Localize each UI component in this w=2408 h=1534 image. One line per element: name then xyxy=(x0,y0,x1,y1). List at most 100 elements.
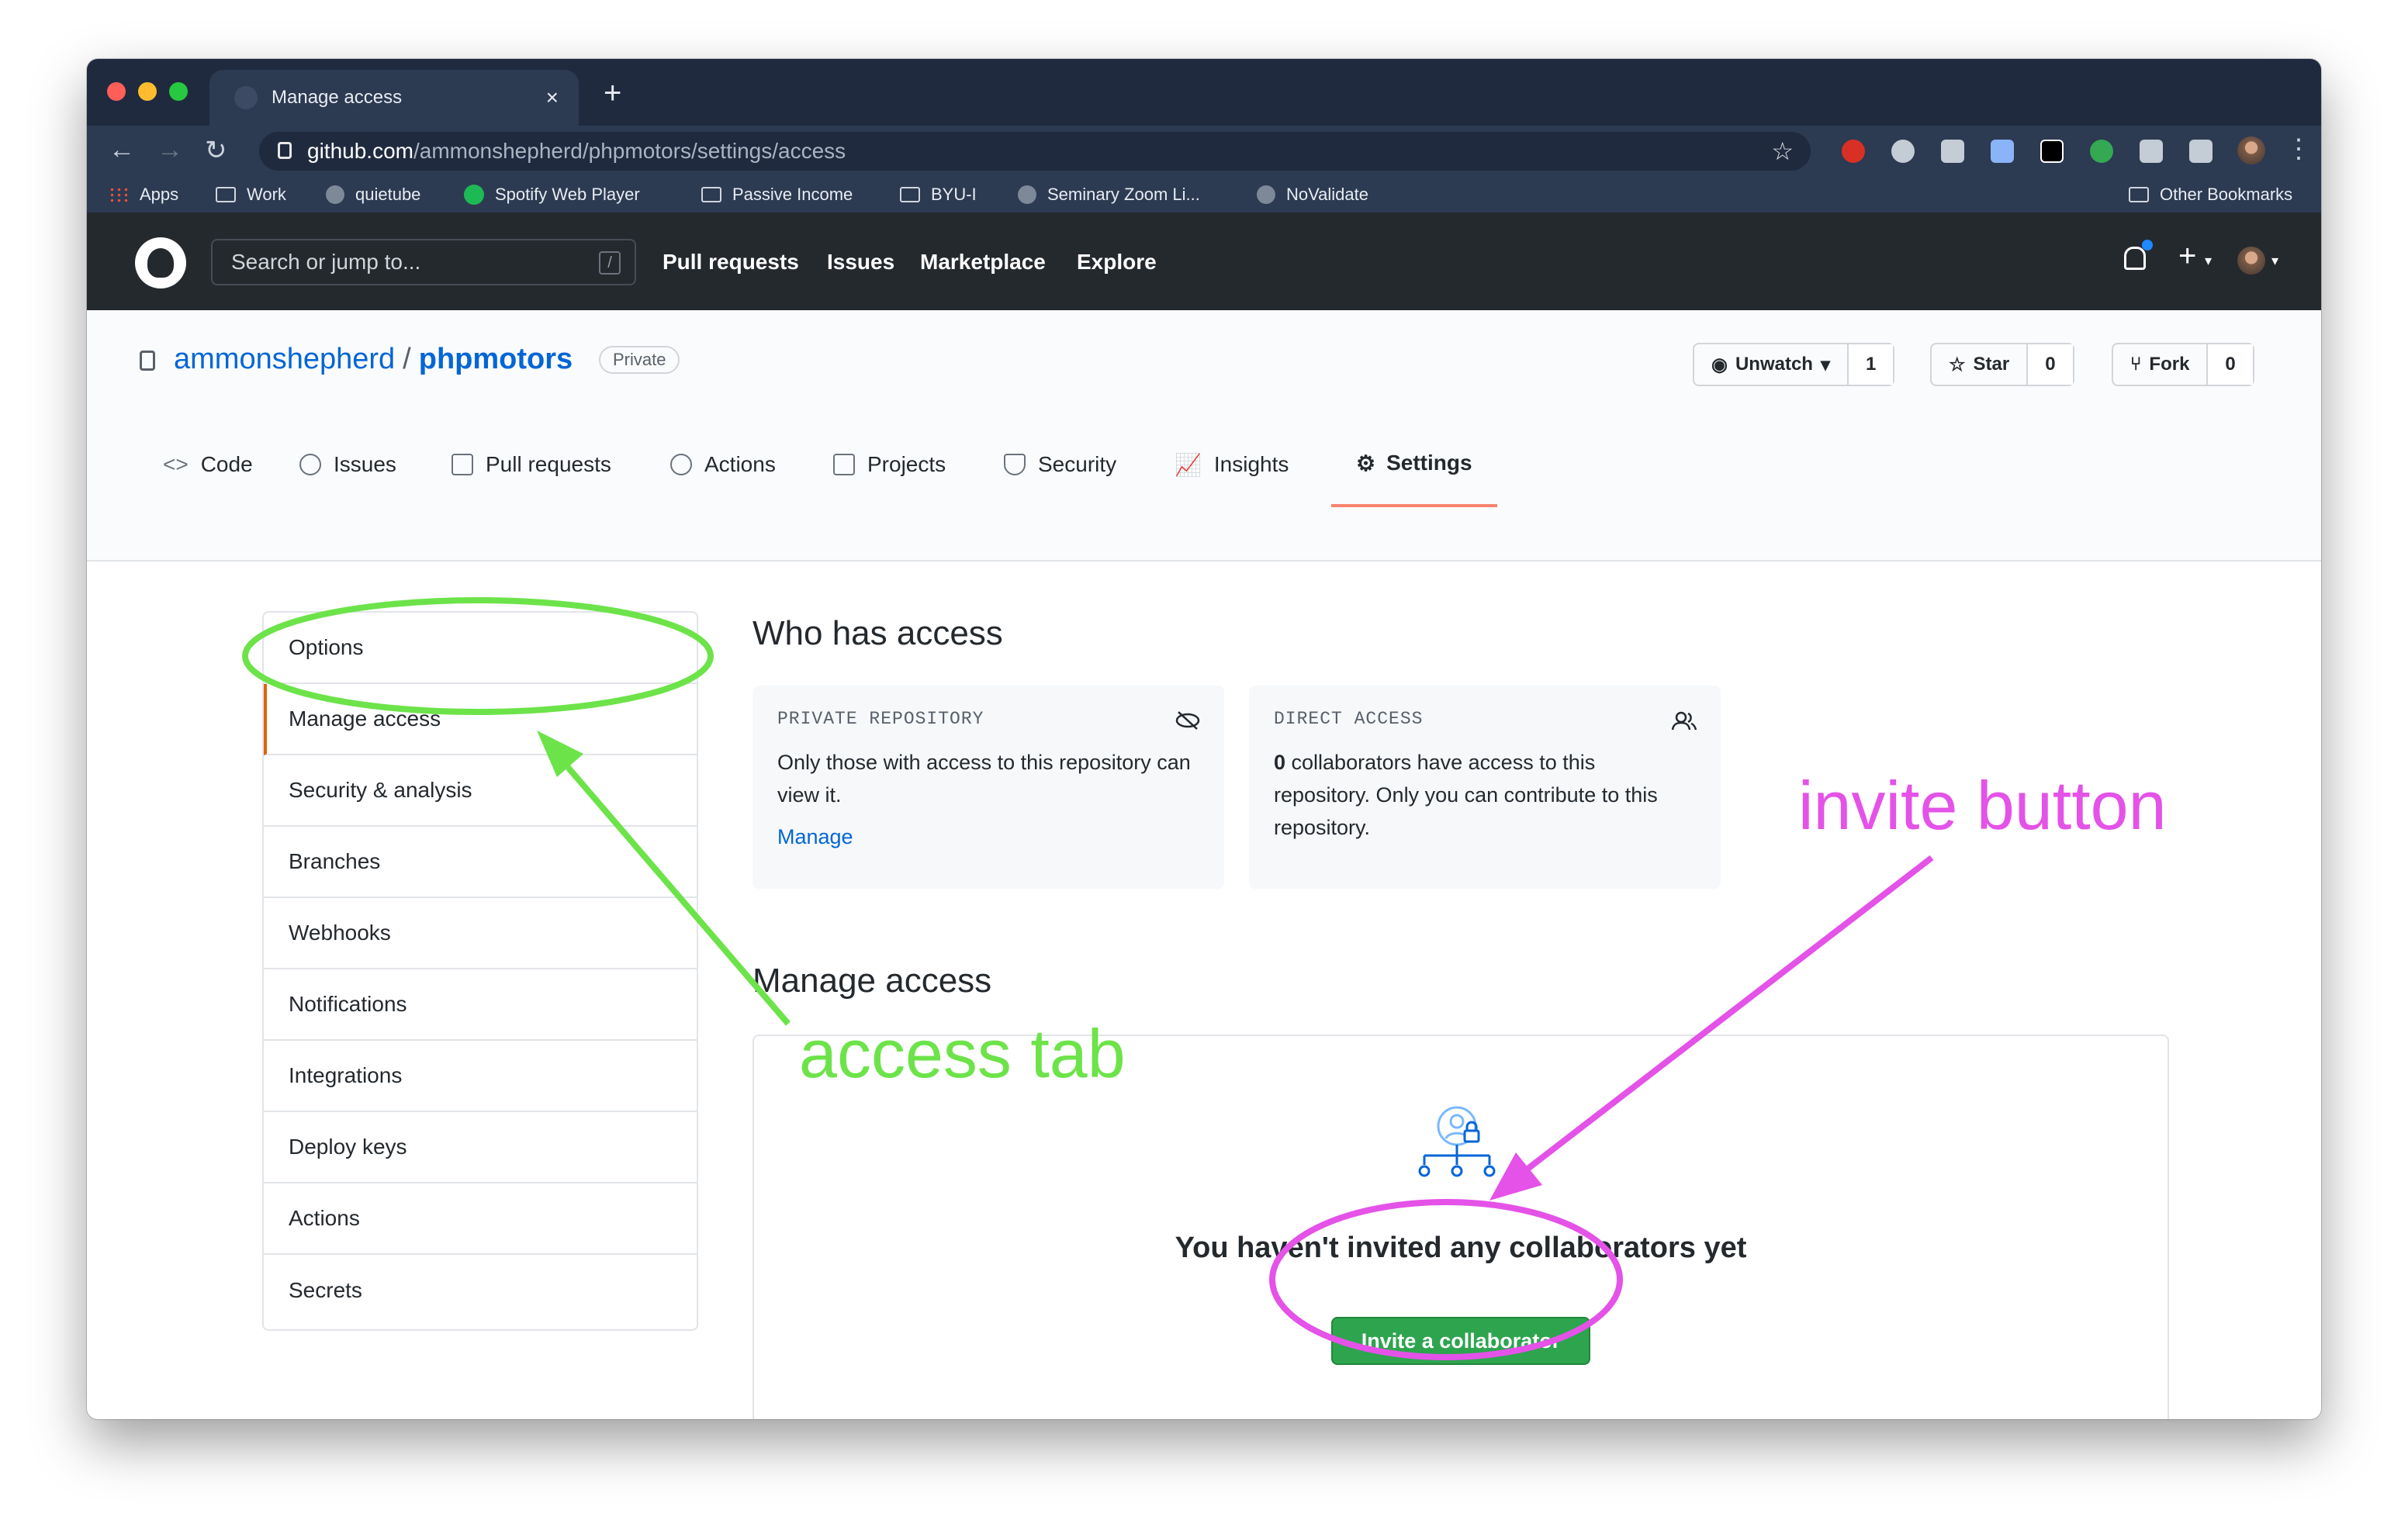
back-arrow-icon[interactable]: ← xyxy=(109,135,135,165)
apps-grid-icon xyxy=(109,187,129,202)
bookmark-seminary-zoom[interactable]: Seminary Zoom Li... xyxy=(1018,185,1200,205)
tab-issues[interactable]: Issues xyxy=(299,422,396,507)
forks-count[interactable]: 0 xyxy=(2208,344,2253,385)
menu-item-options[interactable]: Options xyxy=(264,613,697,684)
extension-green-icon[interactable] xyxy=(2090,140,2113,163)
close-window-button[interactable] xyxy=(107,82,126,101)
user-avatar[interactable] xyxy=(2237,247,2265,275)
chevron-down-icon: ▾ xyxy=(2271,253,2279,268)
tab-actions[interactable]: Actions xyxy=(670,422,776,507)
menu-item-secrets[interactable]: Secrets xyxy=(264,1255,697,1326)
private-lock-icon xyxy=(140,351,155,371)
create-new-plus-icon[interactable]: + xyxy=(2178,239,2196,274)
tab-label: Insights xyxy=(1213,452,1289,476)
stargazers-count[interactable]: 0 xyxy=(2028,344,2073,385)
url-path: /ammonshepherd/phpmotors/settings/access xyxy=(413,139,846,163)
tab-settings[interactable]: ⚙ Settings xyxy=(1331,422,1497,507)
gear-icon: ⚙ xyxy=(1356,451,1376,475)
close-tab-icon[interactable]: × xyxy=(546,85,559,110)
profile-avatar[interactable] xyxy=(2237,136,2265,164)
menu-item-actions[interactable]: Actions xyxy=(264,1183,697,1255)
bookmark-label: BYU-I xyxy=(931,185,977,204)
watchers-count[interactable]: 1 xyxy=(1849,344,1894,385)
extension-shield-icon[interactable] xyxy=(1842,140,1865,163)
reload-icon[interactable]: ↻ xyxy=(205,135,227,166)
bookmark-star-icon[interactable]: ☆ xyxy=(1771,136,1794,166)
tab-label: Actions xyxy=(704,452,776,476)
nav-marketplace[interactable]: Marketplace xyxy=(920,250,1046,275)
extension-gear-icon[interactable] xyxy=(1891,140,1915,163)
bookmark-label: NoValidate xyxy=(1286,185,1368,204)
extension-doc-icon[interactable] xyxy=(1991,140,2014,163)
watch-button-group: ◉ Unwatch ▾ 1 xyxy=(1693,343,1895,386)
menu-item-manage-access[interactable]: Manage access xyxy=(264,684,697,755)
eye-closed-icon xyxy=(1175,711,1200,730)
repo-owner-link[interactable]: ammonshepherd xyxy=(174,343,395,375)
menu-item-notifications[interactable]: Notifications xyxy=(264,969,697,1041)
star-button[interactable]: ☆ Star xyxy=(1932,344,2029,385)
search-input[interactable]: Search or jump to... / xyxy=(211,239,636,285)
star-icon: ☆ xyxy=(1949,354,1966,375)
bookmark-label: Other Bookmarks xyxy=(2160,185,2293,204)
tab-pull-requests[interactable]: Pull requests xyxy=(452,422,611,507)
bookmark-label: Seminary Zoom Li... xyxy=(1047,185,1200,204)
project-board-icon xyxy=(833,454,855,475)
bookmark-spotify[interactable]: Spotify Web Player xyxy=(464,185,640,205)
nav-explore[interactable]: Explore xyxy=(1077,250,1157,275)
card-text: 0 collaborators have access to this repo… xyxy=(1274,746,1696,844)
minimize-window-button[interactable] xyxy=(138,82,157,101)
bookmark-apps[interactable]: Apps xyxy=(109,185,178,205)
menu-item-deploy-keys[interactable]: Deploy keys xyxy=(264,1112,697,1183)
github-header: Search or jump to... / Pull requests Iss… xyxy=(87,212,2321,310)
menu-item-webhooks[interactable]: Webhooks xyxy=(264,898,697,969)
tab-security[interactable]: Security xyxy=(1004,422,1116,507)
extension-play-icon[interactable] xyxy=(2040,140,2064,163)
pull-request-icon xyxy=(452,454,473,475)
fork-button[interactable]: ⑂ Fork xyxy=(2113,344,2209,385)
invite-collaborator-button[interactable]: Invite a collaborator xyxy=(1331,1317,1590,1365)
repo-header: ammonshepherd / phpmotors Private ◉ Unwatch… xyxy=(87,310,2321,561)
tab-label: Code xyxy=(200,452,253,476)
extension-camera-icon[interactable] xyxy=(1941,140,1964,163)
unwatch-button[interactable]: ◉ Unwatch ▾ xyxy=(1694,344,1849,385)
nav-pull-requests[interactable]: Pull requests xyxy=(663,250,799,275)
browser-menu-icon[interactable]: ⋮ xyxy=(2285,133,2312,164)
repo-title: ammonshepherd / phpmotors xyxy=(174,343,573,376)
tab-code[interactable]: <> Code xyxy=(163,422,253,507)
spotify-icon xyxy=(464,185,484,205)
direct-access-card: DIRECT ACCESS 0 collaborators have acces… xyxy=(1249,686,1721,889)
repo-name-link[interactable]: phpmotors xyxy=(419,343,573,375)
tab-projects[interactable]: Projects xyxy=(833,422,946,507)
collaborator-count: 0 xyxy=(1274,751,1286,774)
menu-item-integrations[interactable]: Integrations xyxy=(264,1041,697,1112)
bookmark-work[interactable]: Work xyxy=(216,185,286,205)
access-tab-annotation-label: access tab xyxy=(799,1015,1126,1092)
bookmark-novalidate[interactable]: NoValidate xyxy=(1257,185,1368,205)
who-has-access-heading: Who has access xyxy=(752,614,1003,652)
empty-state-message: You haven't invited any collaborators ye… xyxy=(1175,1232,1747,1264)
menu-item-security-analysis[interactable]: Security & analysis xyxy=(264,755,697,827)
extensions-puzzle-icon[interactable] xyxy=(2140,140,2163,163)
github-favicon-icon xyxy=(234,86,258,109)
address-bar[interactable]: github.com/ammonshepherd/phpmotors/setti… xyxy=(259,132,1811,171)
people-icon xyxy=(1671,711,1697,731)
browser-tab-active[interactable]: Manage access × xyxy=(209,70,579,126)
nav-issues[interactable]: Issues xyxy=(827,250,894,275)
bookmark-passive-income[interactable]: Passive Income xyxy=(701,185,853,205)
tab-insights[interactable]: 📈 Insights xyxy=(1175,422,1289,507)
fork-icon: ⑂ xyxy=(2130,354,2142,375)
menu-item-branches[interactable]: Branches xyxy=(264,827,697,898)
reading-list-icon[interactable] xyxy=(2189,140,2213,163)
zoom-window-button[interactable] xyxy=(169,82,188,101)
browser-window: Manage access × + ← → ↻ github.com/ammon… xyxy=(87,59,2321,1419)
notifications-bell-icon[interactable] xyxy=(2124,240,2153,270)
forward-arrow-icon[interactable]: → xyxy=(157,135,183,165)
card-text: Only those with access to this repositor… xyxy=(777,751,1191,807)
folder-icon xyxy=(701,187,721,202)
bookmark-byu-i[interactable]: BYU-I xyxy=(900,185,977,205)
bookmark-quietube[interactable]: quietube xyxy=(326,185,420,205)
new-tab-button[interactable]: + xyxy=(604,76,621,111)
github-logo-icon[interactable] xyxy=(135,237,186,288)
manage-link[interactable]: Manage xyxy=(777,825,1199,849)
bookmark-other[interactable]: Other Bookmarks xyxy=(2129,185,2292,205)
